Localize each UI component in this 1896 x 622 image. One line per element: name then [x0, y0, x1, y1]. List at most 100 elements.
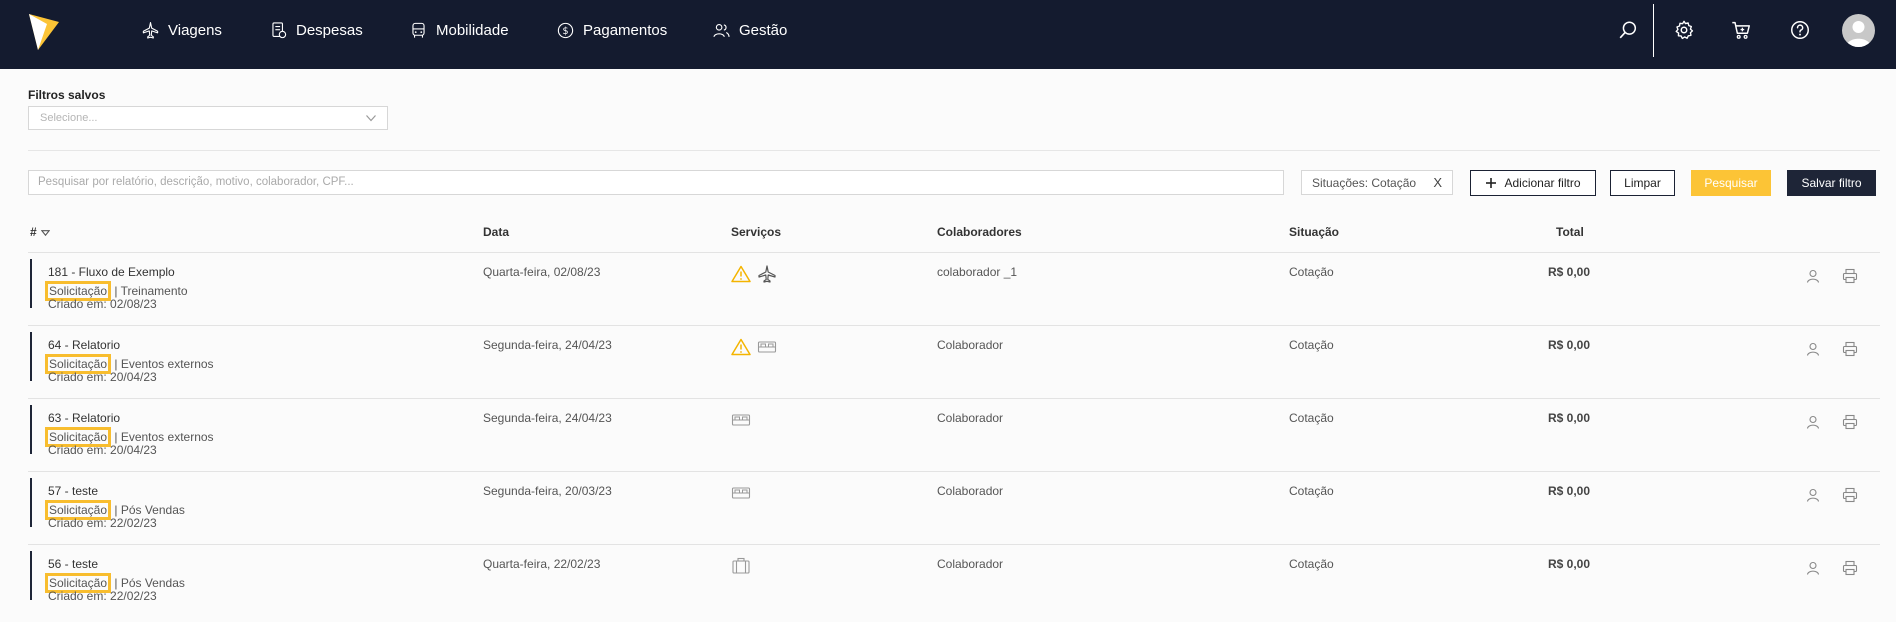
top-navbar: Viagens Despesas Mobilidade $ Pagamentos…	[0, 0, 1896, 69]
add-filter-button[interactable]: Adicionar filtro	[1470, 170, 1596, 196]
warning-icon	[731, 338, 751, 356]
request-reason: | Eventos externos	[114, 357, 214, 371]
save-filter-label: Salvar filtro	[1801, 176, 1862, 190]
report-title[interactable]: 64 - Relatorio	[48, 338, 120, 352]
report-title[interactable]: 63 - Relatorio	[48, 411, 120, 425]
row-status: Cotação	[1289, 484, 1334, 498]
report-title[interactable]: 57 - teste	[48, 484, 98, 498]
nav-viagens[interactable]: Viagens	[141, 0, 222, 60]
row-total: R$ 0,00	[1548, 484, 1591, 498]
report-title[interactable]: 56 - teste	[48, 557, 98, 571]
nav-despesas[interactable]: Despesas	[269, 0, 363, 60]
created-date: Criado em: 20/04/23	[48, 370, 157, 384]
saved-filters-placeholder: Selecione...	[40, 112, 98, 124]
user-icon[interactable]	[1806, 415, 1820, 429]
user-icon[interactable]	[1806, 488, 1820, 502]
printer-icon[interactable]	[1842, 487, 1858, 503]
nav-mobilidade[interactable]: Mobilidade	[409, 0, 509, 60]
row-services	[731, 338, 777, 358]
row-collaborator: Colaborador	[937, 484, 1004, 498]
nav-gestao[interactable]: Gestão	[712, 0, 787, 60]
bed-icon	[731, 487, 751, 499]
close-icon[interactable]: X	[1433, 175, 1442, 190]
nav-pagamentos[interactable]: $ Pagamentos	[556, 0, 667, 60]
printer-icon[interactable]	[1842, 414, 1858, 430]
created-date: Criado em: 20/04/23	[48, 443, 157, 457]
row-status: Cotação	[1289, 338, 1334, 352]
user-icon[interactable]	[1806, 269, 1820, 283]
row-indicator	[30, 551, 32, 600]
receipt-icon	[272, 21, 287, 38]
row-indicator	[30, 259, 32, 308]
row-services	[731, 484, 751, 504]
sort-icon	[40, 229, 50, 236]
row-collaborator: colaborador _1	[937, 265, 1018, 279]
row-status: Cotação	[1289, 265, 1334, 279]
column-header-id[interactable]: #	[30, 225, 50, 239]
nav-label-mobilidade: Mobilidade	[436, 21, 509, 39]
row-collaborator: Colaborador	[937, 411, 1004, 425]
clear-button[interactable]: Limpar	[1610, 170, 1675, 196]
column-header-services: Serviços	[731, 225, 782, 239]
row-total: R$ 0,00	[1548, 557, 1591, 571]
filter-chip-label: Situações: Cotação	[1312, 176, 1417, 190]
car-icon	[412, 22, 425, 38]
company-logo[interactable]	[29, 14, 59, 50]
user-icon[interactable]	[1806, 561, 1820, 575]
bed-icon	[757, 341, 777, 353]
row-services	[731, 265, 777, 285]
users-icon	[713, 23, 730, 37]
row-date: Segunda-feira, 24/04/23	[483, 411, 612, 425]
row-date: Segunda-feira, 24/04/23	[483, 338, 612, 352]
search-icon[interactable]	[1617, 19, 1639, 41]
row-collaborator: Colaborador	[937, 338, 1004, 352]
row-indicator	[30, 332, 32, 381]
search-button-label: Pesquisar	[1704, 176, 1758, 190]
request-reason: | Pós Vendas	[114, 576, 185, 590]
add-filter-label: Adicionar filtro	[1504, 176, 1581, 190]
plus-icon	[1486, 178, 1497, 188]
printer-icon[interactable]	[1842, 560, 1858, 576]
row-indicator	[30, 478, 32, 527]
nav-label-gestao: Gestão	[739, 21, 788, 39]
table-row[interactable]: 63 - Relatorio Solicitação | Eventos ext…	[28, 398, 1880, 471]
avatar[interactable]	[1842, 14, 1875, 47]
column-header-total: Total	[1556, 225, 1584, 239]
table-row[interactable]: 181 - Fluxo de Exemplo Solicitação | Tre…	[28, 252, 1880, 325]
printer-icon[interactable]	[1842, 341, 1858, 357]
help-icon[interactable]	[1789, 19, 1811, 41]
request-reason: | Pós Vendas	[114, 503, 185, 517]
search-input[interactable]: Pesquisar por relatório, descrição, moti…	[28, 170, 1284, 195]
row-services	[731, 557, 751, 577]
row-date: Quarta-feira, 22/02/23	[483, 557, 601, 571]
saved-filters-select[interactable]: Selecione...	[28, 106, 388, 130]
table-row[interactable]: 56 - teste Solicitação | Pós Vendas Cria…	[28, 544, 1880, 617]
cart-icon[interactable]	[1730, 19, 1752, 41]
row-services	[731, 411, 751, 431]
section-divider	[28, 150, 1880, 151]
user-icon[interactable]	[1806, 342, 1820, 356]
warning-icon	[731, 265, 751, 283]
table-row[interactable]: 64 - Relatorio Solicitação | Eventos ext…	[28, 325, 1880, 398]
report-title[interactable]: 181 - Fluxo de Exemplo	[48, 265, 175, 279]
gear-icon[interactable]	[1673, 19, 1695, 41]
printer-icon[interactable]	[1842, 268, 1858, 284]
request-reason: | Treinamento	[114, 284, 188, 298]
row-date: Quarta-feira, 02/08/23	[483, 265, 601, 279]
search-button[interactable]: Pesquisar	[1691, 170, 1771, 196]
column-header-id-label: #	[30, 225, 37, 239]
save-filter-button[interactable]: Salvar filtro	[1787, 170, 1876, 196]
clear-label: Limpar	[1624, 176, 1661, 190]
plane-icon	[758, 265, 776, 283]
nav-label-despesas: Despesas	[296, 21, 363, 39]
row-total: R$ 0,00	[1548, 411, 1591, 425]
svg-text:$: $	[562, 26, 568, 37]
dollar-icon: $	[557, 22, 574, 38]
bed-icon	[731, 414, 751, 426]
plane-icon	[142, 21, 159, 39]
chevron-down-icon	[366, 115, 376, 122]
created-date: Criado em: 22/02/23	[48, 516, 157, 530]
table-row[interactable]: 57 - teste Solicitação | Pós Vendas Cria…	[28, 471, 1880, 544]
row-status: Cotação	[1289, 411, 1334, 425]
column-header-status: Situação	[1289, 225, 1340, 239]
